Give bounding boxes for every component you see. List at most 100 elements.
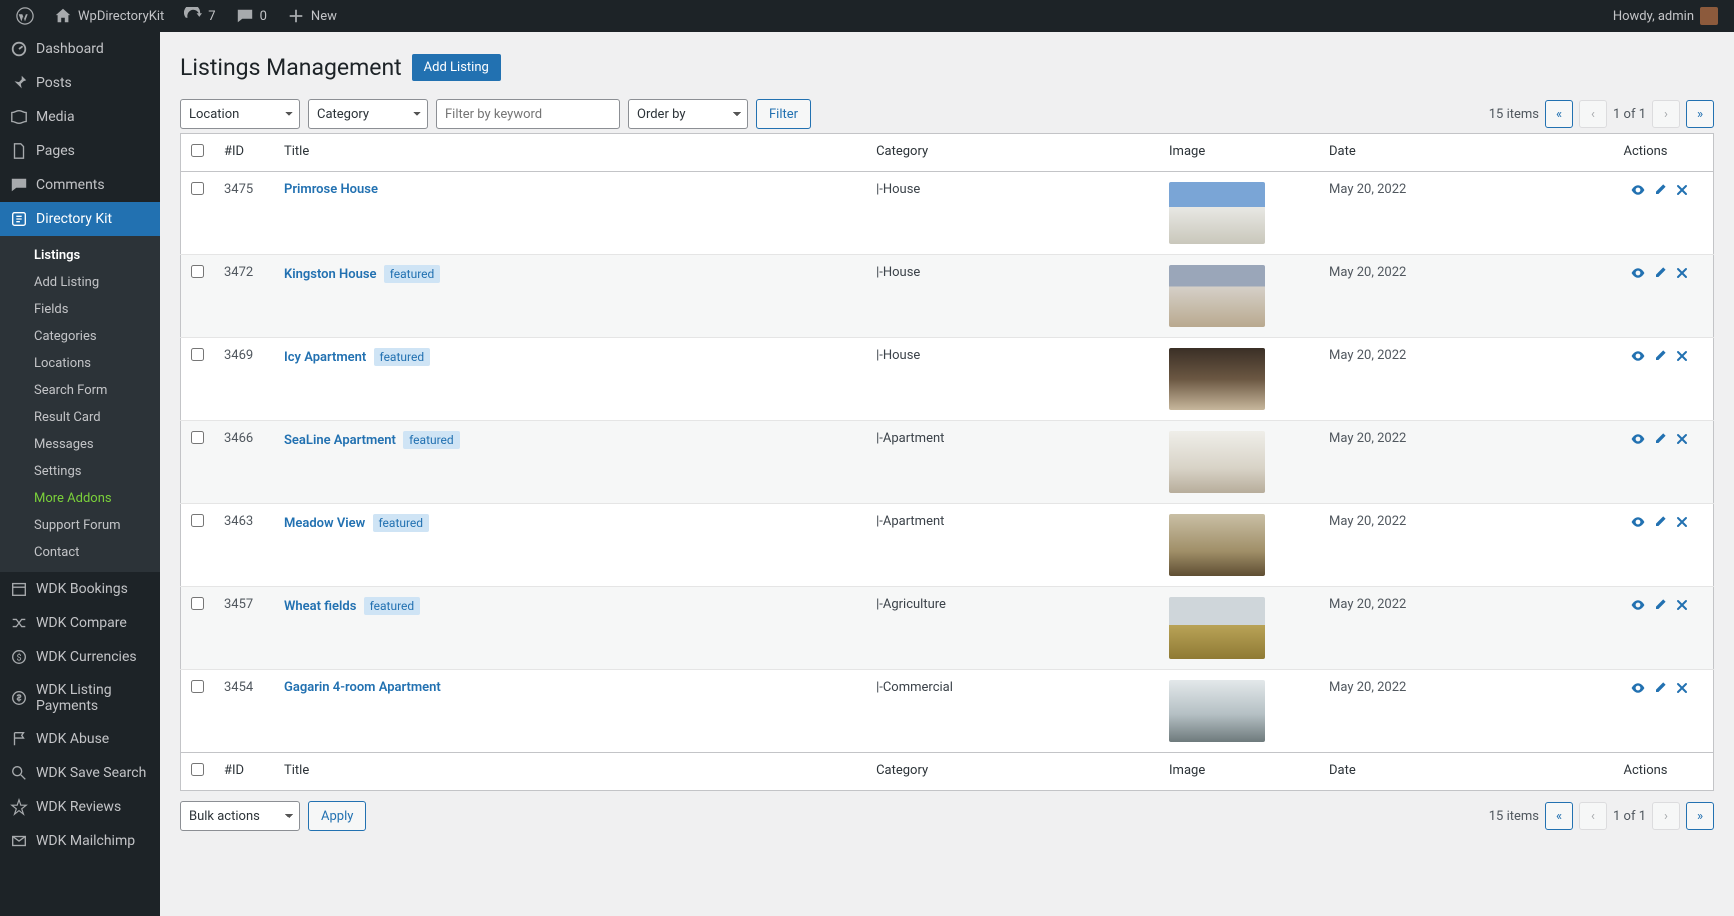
submenu-more-addons[interactable]: More Addons	[0, 485, 160, 512]
submenu-add-listing[interactable]: Add Listing	[0, 269, 160, 296]
submenu-fields[interactable]: Fields	[0, 296, 160, 323]
col-image[interactable]: Image	[1159, 753, 1319, 791]
menu-dashboard[interactable]: Dashboard	[0, 32, 160, 66]
page-next[interactable]: ›	[1652, 100, 1680, 128]
add-listing-button[interactable]: Add Listing	[412, 54, 501, 81]
menu-directory-kit[interactable]: Directory Kit	[0, 202, 160, 236]
col-title[interactable]: Title	[274, 753, 866, 791]
row-checkbox[interactable]	[191, 348, 204, 361]
menu-comments[interactable]: Comments	[0, 168, 160, 202]
edit-icon[interactable]	[1652, 597, 1668, 613]
page-first[interactable]: «	[1545, 100, 1573, 128]
submenu-result-card[interactable]: Result Card	[0, 404, 160, 431]
delete-icon[interactable]	[1674, 182, 1690, 198]
apply-button[interactable]: Apply	[308, 801, 366, 831]
col-image[interactable]: Image	[1159, 134, 1319, 172]
page-next[interactable]: ›	[1652, 802, 1680, 830]
page-first[interactable]: «	[1545, 802, 1573, 830]
row-checkbox[interactable]	[191, 265, 204, 278]
delete-icon[interactable]	[1674, 514, 1690, 530]
page-prev[interactable]: ‹	[1579, 802, 1607, 830]
filters-row: Location Category Order by Filter	[180, 99, 811, 129]
flag-icon	[10, 730, 28, 748]
submenu-categories[interactable]: Categories	[0, 323, 160, 350]
submenu-search-form[interactable]: Search Form	[0, 377, 160, 404]
row-title-link[interactable]: Kingston House	[284, 267, 377, 282]
row-checkbox[interactable]	[191, 431, 204, 444]
filter-button[interactable]: Filter	[756, 99, 811, 129]
row-title-link[interactable]: Primrose House	[284, 182, 378, 197]
delete-icon[interactable]	[1674, 431, 1690, 447]
comment-icon	[236, 7, 254, 25]
view-icon[interactable]	[1630, 597, 1646, 613]
col-id[interactable]: #ID	[214, 753, 274, 791]
row-checkbox[interactable]	[191, 680, 204, 693]
bulk-actions-select[interactable]: Bulk actions	[180, 801, 300, 831]
page-prev[interactable]: ‹	[1579, 100, 1607, 128]
delete-icon[interactable]	[1674, 348, 1690, 364]
submenu-support-forum[interactable]: Support Forum	[0, 512, 160, 539]
row-checkbox[interactable]	[191, 597, 204, 610]
menu-pages[interactable]: Pages	[0, 134, 160, 168]
submenu-contact[interactable]: Contact	[0, 539, 160, 566]
select-all-checkbox-bottom[interactable]	[191, 763, 204, 776]
menu-wdk-abuse[interactable]: WDK Abuse	[0, 722, 160, 756]
comments-link[interactable]: 0	[228, 0, 275, 32]
row-checkbox[interactable]	[191, 514, 204, 527]
delete-icon[interactable]	[1674, 680, 1690, 696]
edit-icon[interactable]	[1652, 348, 1668, 364]
page-last[interactable]: »	[1686, 802, 1714, 830]
edit-icon[interactable]	[1652, 680, 1668, 696]
col-id[interactable]: #ID	[214, 134, 274, 172]
updates-link[interactable]: 7	[176, 0, 223, 32]
row-title-link[interactable]: Icy Apartment	[284, 350, 366, 365]
select-all-checkbox[interactable]	[191, 144, 204, 157]
submenu-listings[interactable]: Listings	[0, 242, 160, 269]
delete-icon[interactable]	[1674, 265, 1690, 281]
col-title[interactable]: Title	[274, 134, 866, 172]
view-icon[interactable]	[1630, 182, 1646, 198]
my-account-link[interactable]: Howdy, admin	[1605, 0, 1726, 32]
view-icon[interactable]	[1630, 348, 1646, 364]
edit-icon[interactable]	[1652, 431, 1668, 447]
location-select[interactable]: Location	[180, 99, 300, 129]
view-icon[interactable]	[1630, 431, 1646, 447]
keyword-input[interactable]	[436, 99, 620, 129]
row-title-link[interactable]: Wheat fields	[284, 599, 356, 614]
orderby-select[interactable]: Order by	[628, 99, 748, 129]
view-icon[interactable]	[1630, 265, 1646, 281]
site-name-link[interactable]: WpDirectoryKit	[46, 0, 172, 32]
menu-wdk-listing-payments[interactable]: WDK Listing Payments	[0, 674, 160, 722]
col-category[interactable]: Category	[866, 134, 1159, 172]
row-title-link[interactable]: Gagarin 4-room Apartment	[284, 680, 441, 695]
category-select[interactable]: Category	[308, 99, 428, 129]
col-category[interactable]: Category	[866, 753, 1159, 791]
submenu-messages[interactable]: Messages	[0, 431, 160, 458]
menu-wdk-bookings[interactable]: WDK Bookings	[0, 572, 160, 606]
menu-wdk-reviews[interactable]: WDK Reviews	[0, 790, 160, 824]
page-last[interactable]: »	[1686, 100, 1714, 128]
menu-posts[interactable]: Posts	[0, 66, 160, 100]
menu-wdk-save-search[interactable]: WDK Save Search	[0, 756, 160, 790]
menu-wdk-currencies[interactable]: $ WDK Currencies	[0, 640, 160, 674]
row-date: May 20, 2022	[1319, 504, 1613, 587]
menu-wdk-mailchimp[interactable]: WDK Mailchimp	[0, 824, 160, 858]
edit-icon[interactable]	[1652, 265, 1668, 281]
row-title-link[interactable]: SeaLine Apartment	[284, 433, 396, 448]
delete-icon[interactable]	[1674, 597, 1690, 613]
row-thumbnail	[1169, 182, 1265, 244]
row-checkbox[interactable]	[191, 182, 204, 195]
wp-logo[interactable]	[8, 0, 42, 32]
view-icon[interactable]	[1630, 514, 1646, 530]
new-content-link[interactable]: New	[279, 0, 345, 32]
submenu-settings[interactable]: Settings	[0, 458, 160, 485]
submenu-locations[interactable]: Locations	[0, 350, 160, 377]
col-date[interactable]: Date	[1319, 134, 1613, 172]
row-title-link[interactable]: Meadow View	[284, 516, 365, 531]
view-icon[interactable]	[1630, 680, 1646, 696]
menu-wdk-compare[interactable]: WDK Compare	[0, 606, 160, 640]
menu-media[interactable]: Media	[0, 100, 160, 134]
edit-icon[interactable]	[1652, 182, 1668, 198]
col-date[interactable]: Date	[1319, 753, 1613, 791]
edit-icon[interactable]	[1652, 514, 1668, 530]
